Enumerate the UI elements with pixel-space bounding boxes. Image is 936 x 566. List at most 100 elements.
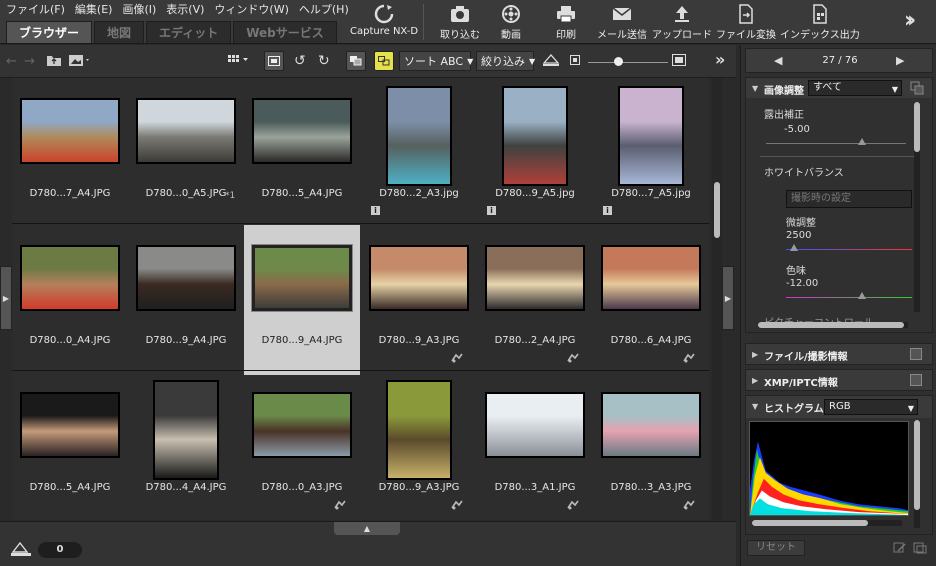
forward-arrow-icon[interactable]: → (24, 54, 35, 69)
histogram-channel-dropdown[interactable]: RGB ▼ (824, 399, 918, 415)
info-panel-icon[interactable] (910, 348, 922, 360)
thumbnail-image[interactable] (369, 245, 469, 311)
xmp-iptc-section[interactable]: ▶ XMP/IPTC情報 (745, 369, 933, 391)
grid-view-icon[interactable] (228, 54, 250, 66)
next-image-icon[interactable]: ▶ (896, 54, 904, 67)
thumbnail-cell[interactable]: D780...0_A3.JPG (244, 372, 360, 520)
thumbnail-cell[interactable]: D780...9_A4.JPG (244, 225, 360, 375)
scrollbar-thumb[interactable] (914, 102, 920, 152)
image-folder-icon[interactable] (68, 53, 92, 67)
thumbnail-image[interactable] (386, 86, 452, 186)
collapse-icon[interactable]: ▼ (752, 84, 758, 93)
sort-dropdown[interactable]: ソート ABC ▼ (399, 51, 473, 71)
fine-adjust-slider[interactable] (786, 244, 912, 254)
thumbnail-image[interactable] (485, 245, 585, 311)
menu-image[interactable]: 画像(I) (122, 1, 156, 17)
compare-button[interactable] (346, 51, 366, 71)
rating-tray-icon[interactable] (10, 540, 32, 558)
adjust-hscrollbar[interactable] (758, 322, 908, 328)
thumbnail-image[interactable] (252, 392, 352, 458)
index-print-button[interactable]: インデックス出力 (780, 2, 860, 42)
menu-help[interactable]: ヘルプ(H) (299, 1, 349, 17)
slider-knob[interactable] (790, 244, 798, 251)
thumbnail-small-icon[interactable] (570, 55, 580, 65)
file-convert-button[interactable]: ファイル変換 (716, 2, 776, 42)
rating-filter-icon[interactable] (542, 53, 560, 67)
thumbnail-image[interactable] (502, 86, 568, 186)
thumbnail-cell[interactable]: D780...6_A4.JPG (593, 225, 709, 375)
menu-edit[interactable]: 編集(E) (75, 1, 113, 17)
scrollbar-thumb[interactable] (752, 520, 868, 526)
collapse-panel-icon[interactable]: » (715, 50, 725, 69)
back-arrow-icon[interactable]: ← (6, 54, 17, 69)
tab-map[interactable]: 地図 (94, 21, 145, 43)
thumbnail-cell[interactable]: D780...9_A5.jpg i (477, 78, 593, 228)
scrollbar-thumb[interactable] (758, 322, 904, 328)
thumbnail-cell[interactable]: D780...7_A4.JPG (12, 78, 128, 228)
mail-button[interactable]: メール送信 (597, 2, 647, 42)
slider-knob[interactable] (858, 292, 866, 299)
edit-copy-icon[interactable] (913, 542, 927, 554)
thumbnail-cell[interactable]: D780...9_A3.JPG (361, 372, 477, 520)
thumbnail-image[interactable] (153, 380, 219, 480)
thumbnail-cell[interactable]: D780...5_A4.JPG (244, 78, 360, 228)
collapse-icon[interactable]: ▼ (752, 402, 758, 411)
white-balance-dropdown[interactable]: 撮影時の設定 (786, 190, 912, 208)
thumbnail-image[interactable] (601, 392, 701, 458)
filter-dropdown[interactable]: 絞り込み ▼ (476, 51, 535, 71)
filmstrip-toggle[interactable]: ▲ (334, 522, 400, 535)
thumbnail-cell[interactable]: D780...0_A4.JPG (12, 225, 128, 375)
thumbnail-image[interactable] (251, 244, 353, 312)
histogram-hscrollbar[interactable] (752, 520, 902, 526)
rotate-right-icon[interactable]: ↻ (318, 53, 330, 69)
exposure-slider[interactable] (766, 138, 906, 148)
thumbnail-size-slider[interactable] (588, 57, 668, 67)
scrollbar-thumb[interactable] (914, 420, 920, 510)
thumbnail-cell[interactable]: D780...9_A3.JPG (361, 225, 477, 375)
upload-button[interactable]: アップロード (652, 2, 712, 42)
print-button[interactable]: 印刷 (555, 2, 577, 42)
thumbnail-cell[interactable]: D780...7_A5.jpg i (593, 78, 709, 228)
thumbnail-image[interactable] (485, 392, 585, 458)
capture-nxd-button[interactable]: Capture NX-D (350, 2, 418, 42)
thumbnail-cell[interactable]: D780...5_A4.JPG (12, 372, 128, 520)
import-button[interactable]: 取り込む (440, 2, 480, 42)
slider-knob[interactable] (614, 57, 623, 66)
thumbnail-cell[interactable]: D780...9_A4.JPG (128, 225, 244, 375)
scrollbar-thumb[interactable] (714, 182, 720, 238)
thumbnail-cell[interactable]: D780...3_A1.JPG (477, 372, 593, 520)
thumbnail-large-icon[interactable] (672, 54, 686, 66)
thumbnail-cell[interactable]: D780...2_A4.JPG (477, 225, 593, 375)
thumbnail-cell[interactable]: D780...2_A3.jpg i (361, 78, 477, 228)
expand-toolbar-icon[interactable]: ›› (904, 8, 916, 33)
rotate-left-icon[interactable]: ↺ (294, 53, 306, 69)
edit-save-icon[interactable] (893, 542, 907, 554)
right-panel-toggle[interactable]: ▶ (722, 266, 734, 330)
tab-edit[interactable]: エディット (146, 21, 232, 43)
left-panel-toggle[interactable]: ▶ (0, 266, 12, 330)
image-adjust-dropdown[interactable]: すべて ▼ (808, 80, 902, 96)
adjust-scrollbar[interactable] (914, 102, 920, 312)
reset-button[interactable]: リセット (747, 540, 805, 556)
info-panel-icon[interactable] (910, 374, 922, 386)
thumbnail-image[interactable] (20, 98, 120, 164)
thumbnail-image[interactable] (252, 98, 352, 164)
tint-slider[interactable] (786, 292, 912, 302)
menu-window[interactable]: ウィンドウ(W) (214, 1, 288, 17)
grid-scrollbar[interactable] (712, 78, 722, 520)
copy-adjust-icon[interactable] (910, 81, 924, 95)
thumbnail-image[interactable] (20, 245, 120, 311)
folder-up-icon[interactable] (46, 53, 62, 67)
tab-browser[interactable]: ブラウザー (6, 21, 93, 43)
thumbnail-image[interactable] (20, 392, 120, 458)
thumbnail-cell[interactable]: D780...3_A3.JPG (593, 372, 709, 520)
thumbnail-image[interactable] (136, 245, 236, 311)
thumbnail-cell[interactable]: D780...0_A5.JPG *1 (128, 78, 244, 228)
menu-file[interactable]: ファイル(F) (6, 1, 65, 17)
highlight-button[interactable] (374, 51, 394, 71)
tab-web-services[interactable]: Webサービス (233, 21, 337, 43)
slider-knob[interactable] (858, 138, 866, 145)
thumbnail-image[interactable] (386, 380, 452, 480)
thumbnail-cell[interactable]: D780...4_A4.JPG (128, 372, 244, 520)
histogram-scrollbar[interactable] (914, 420, 920, 528)
